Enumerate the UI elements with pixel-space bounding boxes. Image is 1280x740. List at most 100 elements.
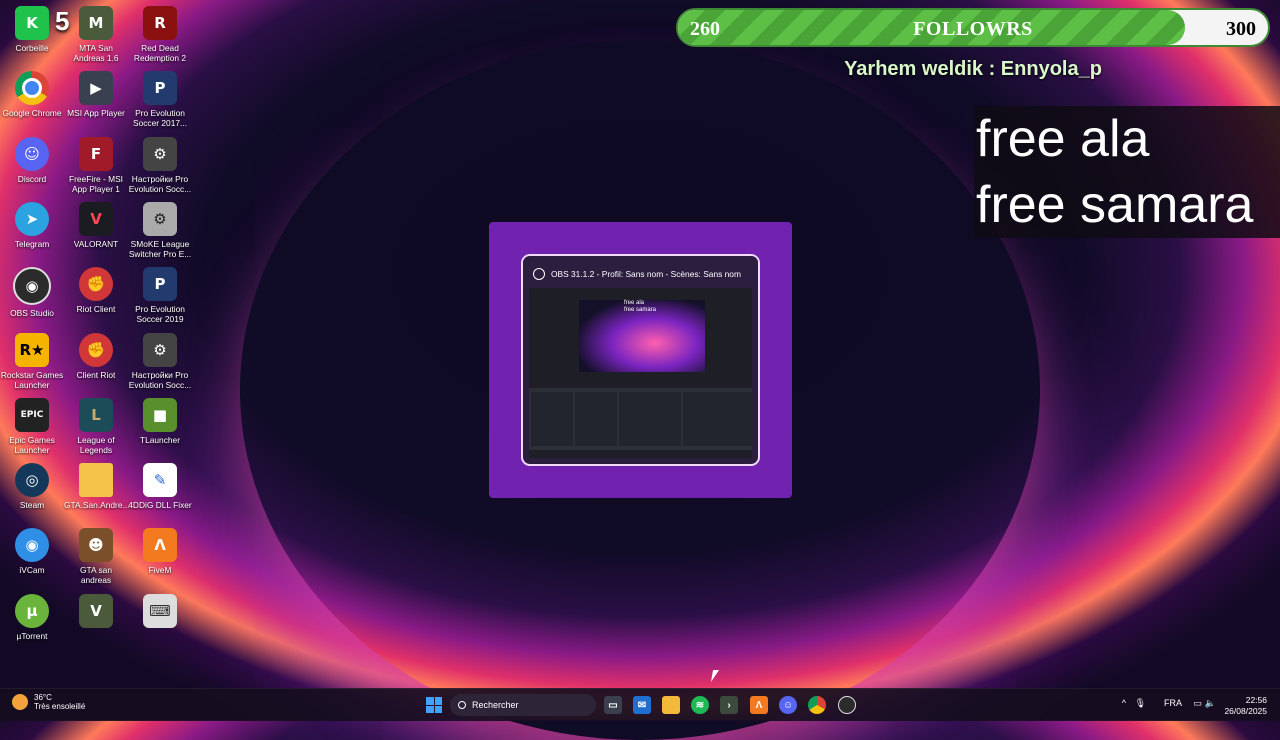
desktop-icon-label: Настройки Pro Evolution Socc...	[128, 173, 192, 194]
desktop-icon-label: 4DDiG DLL Fixer	[128, 500, 192, 511]
windows-logo-pane	[426, 697, 434, 705]
desktop-icon-valorant[interactable]: V VALORANT	[64, 198, 128, 262]
app-icon: L	[79, 397, 113, 432]
desktop-counter: 5	[55, 6, 70, 36]
desktop-icon-label: TLauncher	[139, 434, 181, 445]
app-icon	[15, 71, 49, 106]
clock[interactable]: 22:56 26/08/2025	[1224, 695, 1267, 717]
free-text-box: free ala free samara	[974, 106, 1280, 238]
desktop-icon-rockstar-games-launcher[interactable]: R★ Rockstar Games Launcher	[0, 329, 64, 393]
desktop-icon-label: Pro Evolution Soccer 2017...	[132, 108, 187, 129]
desktop-icon-label: Rockstar Games Launcher	[0, 369, 64, 390]
desktop-icon-gta-san-andre[interactable]: GTA.San.Andre...	[64, 459, 130, 523]
clock-time: 22:56	[1245, 695, 1267, 705]
app-icon: V	[79, 593, 113, 628]
desktop-icon-steam[interactable]: ◎ Steam	[0, 459, 64, 523]
mail-icon[interactable]: ✉	[633, 696, 651, 714]
desktop-icon-tlauncher[interactable]: ■ TLauncher	[128, 394, 192, 458]
volume-icon[interactable]: 🔈	[1205, 698, 1216, 709]
desktop-icon-epic-games-launcher[interactable]: EPIC Epic Games Launcher	[0, 394, 64, 458]
app-icon: ✊	[79, 267, 113, 302]
desktop-icon-настройки-pro-evolution-socc[interactable]: ⚙ Настройки Pro Evolution Socc...	[128, 133, 192, 197]
desktop-icon-discord[interactable]: ☺ Discord	[0, 133, 64, 197]
desktop-icon-fivem[interactable]: Λ FiveM	[128, 524, 192, 588]
desktop-icon-msi-app-player[interactable]: ▶ MSI App Player	[64, 67, 128, 131]
obs-window-title: OBS 31.1.2 - Profil: Sans nom - Scènes: …	[551, 269, 741, 279]
desktop-icon-label: SMoKE League Switcher Pro E...	[128, 238, 192, 259]
free-line-2: free samara	[976, 176, 1254, 234]
desktop-icon-red-dead-redemption-2[interactable]: R Red Dead Redemption 2	[128, 2, 192, 66]
desktop-icon-label: OBS Studio	[10, 308, 54, 319]
desktop-icon-item-29[interactable]: ⌨	[128, 590, 192, 654]
weather-desc: Très ensoleillé	[34, 702, 86, 711]
desktop-icon-telegram[interactable]: ➤ Telegram	[0, 198, 64, 262]
desktop-icon-obs-studio[interactable]: ◉ OBS Studio	[0, 263, 64, 327]
fivem-taskbar-icon[interactable]: Λ	[750, 696, 768, 714]
desktop-icon-mta-san-andreas-1-6[interactable]: M MTA San Andreas 1.6	[64, 2, 128, 66]
app-icon: R	[143, 6, 177, 40]
desktop-icon-label: Corbeille	[15, 43, 49, 53]
desktop-icon-torrent[interactable]: µ µTorrent	[0, 590, 64, 654]
app-icon: ■	[143, 397, 177, 432]
desktop-icon-label: Steam	[19, 500, 45, 511]
desktop-icon-label: Client Riot	[76, 369, 116, 380]
desktop-icon-label: Google Chrome	[2, 108, 62, 119]
spotify-icon[interactable]: ≋	[691, 696, 709, 714]
desktop-icon-client-riot[interactable]: ✊ Client Riot	[64, 329, 128, 393]
microphone-icon[interactable]: 🎙	[1135, 698, 1146, 709]
network-icon[interactable]: ▭	[1193, 698, 1202, 709]
desktop-icon-league-of-legends[interactable]: L League of Legends	[64, 394, 128, 458]
obs-taskbar-icon[interactable]	[838, 696, 856, 714]
sun-icon	[12, 694, 28, 710]
desktop-icon-ivcam[interactable]: ◉ iVCam	[0, 524, 64, 588]
desktop-icon-label: FreeFire - MSI App Player 1	[69, 173, 123, 194]
obs-preview-text-line-1: free ala	[624, 300, 645, 306]
taskbar-search[interactable]: Rechercher	[450, 694, 596, 716]
app-icon: ⌨	[143, 593, 177, 628]
language-indicator[interactable]: FRA	[1164, 698, 1182, 708]
desktop-icon-label: League of Legends	[77, 434, 115, 455]
desktop-icon-label: GTA.San.Andre...	[64, 500, 130, 511]
desktop-icon-gta-san-andreas[interactable]: ☻ GTA san andreas	[64, 524, 128, 588]
windows-logo-pane	[434, 705, 442, 713]
start-button[interactable]	[426, 697, 442, 713]
app-icon: F	[79, 136, 113, 171]
app-icon: ☺	[15, 136, 49, 171]
desktop-icon-label: Telegram	[14, 238, 50, 249]
app-icon: ◉	[15, 528, 49, 563]
desktop-icon-label: µTorrent	[16, 630, 48, 641]
desktop-icon-item-28[interactable]: V	[64, 590, 128, 654]
weather-widget[interactable]: 36°C Très ensoleillé	[12, 693, 85, 711]
desktop-icon-pro-evolution-soccer-2019[interactable]: P Pro Evolution Soccer 2019	[128, 263, 192, 327]
app-icon: ◎	[15, 463, 49, 498]
discord-taskbar-icon[interactable]: ☺	[779, 696, 797, 714]
app-icon: R★	[15, 332, 49, 367]
obs-window-thumbnail[interactable]: OBS 31.1.2 - Profil: Sans nom - Scènes: …	[521, 254, 760, 466]
desktop-icon-pro-evolution-soccer-2017[interactable]: P Pro Evolution Soccer 2017...	[128, 67, 192, 131]
app-icon: ➤	[15, 201, 49, 236]
desktop-icon-freefire-msi-app-player-1[interactable]: F FreeFire - MSI App Player 1	[64, 133, 128, 197]
app-icon: EPIC	[15, 397, 49, 432]
desktop-icon-label: Red Dead Redemption 2	[133, 43, 187, 63]
follower-goal-title: FOLLOWRS	[913, 18, 1033, 40]
desktop-icon-4ddig-dll-fixer[interactable]: ✎ 4DDiG DLL Fixer	[128, 459, 192, 523]
file-explorer-icon[interactable]	[662, 696, 680, 714]
app-icon	[79, 463, 113, 498]
desktop-icon-label: Riot Client	[76, 304, 116, 315]
terminal-icon[interactable]: ›	[720, 696, 738, 714]
desktop-icon-smoke-league-switcher-pro-e[interactable]: ⚙ SMoKE League Switcher Pro E...	[128, 198, 192, 262]
task-view-icon[interactable]: ▭	[604, 696, 622, 714]
app-icon: ✎	[143, 463, 177, 498]
app-icon: ▶	[79, 71, 113, 106]
chrome-taskbar-icon[interactable]	[808, 696, 826, 714]
desktop-icon-google-chrome[interactable]: Google Chrome	[0, 67, 64, 131]
desktop-icon-label: Discord	[17, 173, 47, 184]
desktop-icon-настройки-pro-evolution-socc[interactable]: ⚙ Настройки Pro Evolution Socc...	[128, 329, 192, 393]
desktop-icon-riot-client[interactable]: ✊ Riot Client	[64, 263, 128, 327]
desktop-icon-label: iVCam	[19, 565, 45, 576]
obs-sources-dock	[575, 392, 617, 446]
app-icon: Λ	[143, 528, 177, 563]
app-icon: M	[79, 6, 113, 40]
chevron-up-icon[interactable]: ^	[1122, 698, 1126, 708]
app-icon: ⚙	[143, 136, 177, 171]
